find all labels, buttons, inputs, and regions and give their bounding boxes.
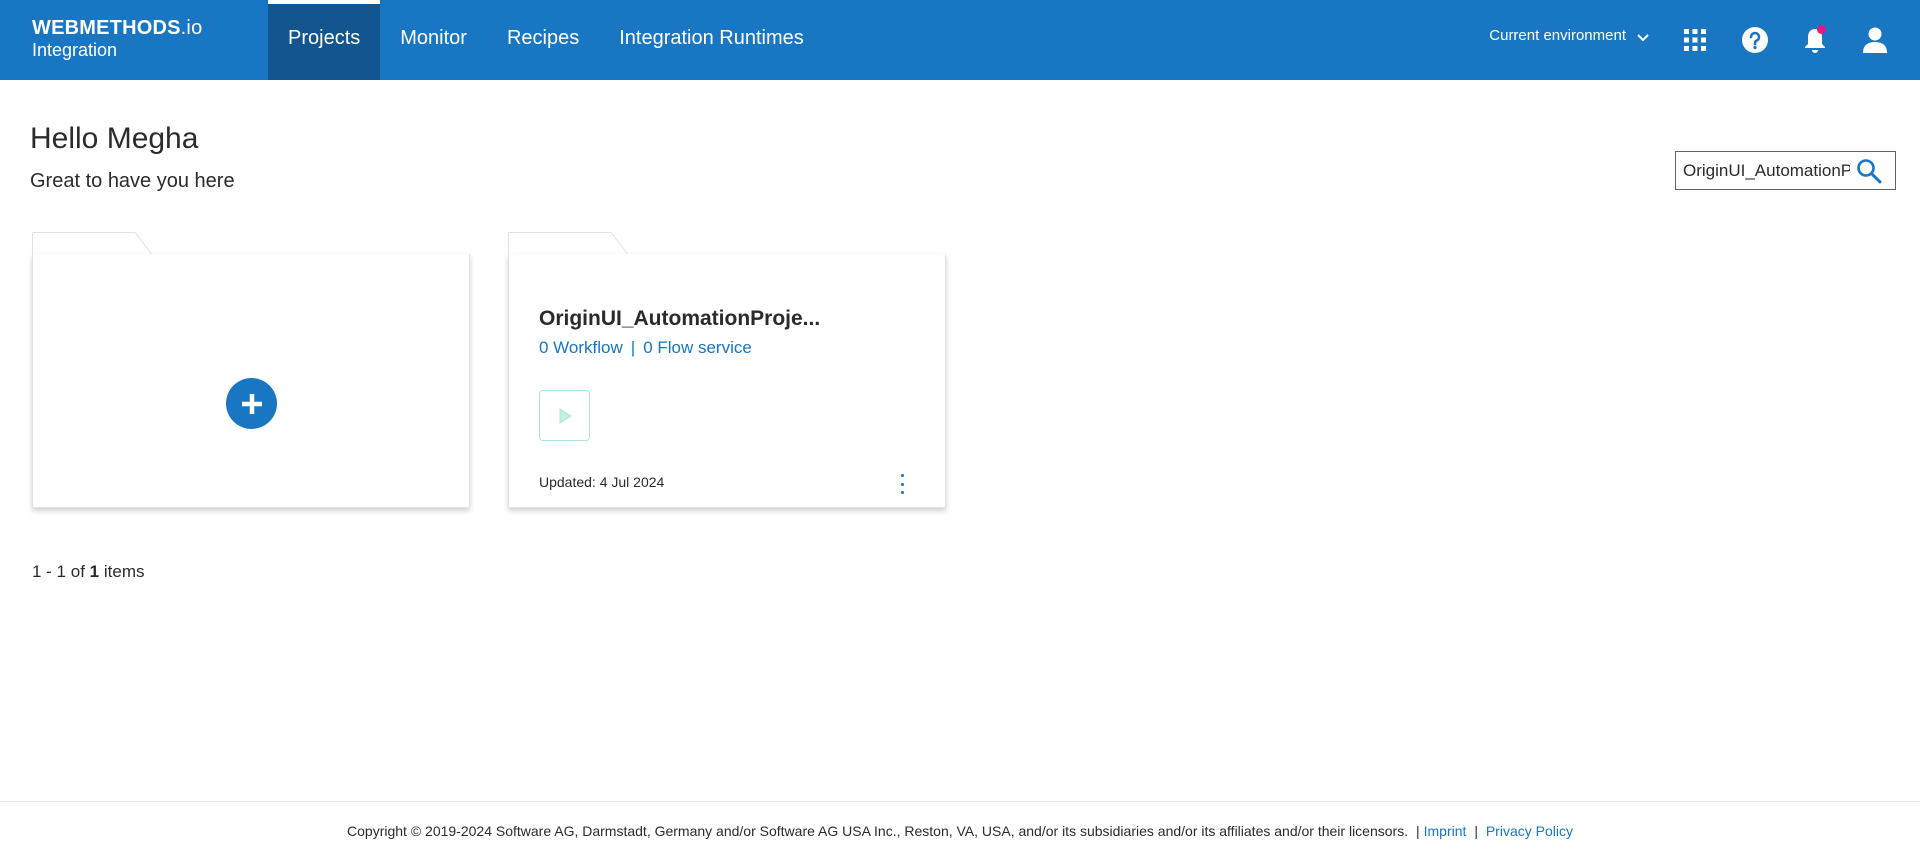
project-updated-date: Updated: 4 Jul 2024 xyxy=(539,474,665,490)
tab-monitor[interactable]: Monitor xyxy=(380,0,487,80)
project-search xyxy=(1675,151,1896,190)
footer-separator: | xyxy=(1474,823,1478,839)
header-actions: Current environment xyxy=(1489,0,1920,80)
pagination-suffix: items xyxy=(103,562,145,581)
tab-integration-runtimes[interactable]: Integration Runtimes xyxy=(599,0,824,80)
play-icon[interactable] xyxy=(539,390,590,441)
brand-title: WEBMETHODS.io xyxy=(32,18,268,38)
flow-service-count-link[interactable]: 0 Flow service xyxy=(643,338,752,358)
kebab-menu-icon[interactable] xyxy=(895,472,909,496)
add-project-card-body xyxy=(32,254,470,508)
privacy-policy-link[interactable]: Privacy Policy xyxy=(1486,823,1573,839)
search-input[interactable] xyxy=(1676,152,1850,189)
footer-separator: | xyxy=(1415,823,1420,839)
copyright-text: Copyright © 2019-2024 Software AG, Darms… xyxy=(347,823,1409,839)
plus-icon[interactable] xyxy=(226,378,277,429)
search-icon[interactable] xyxy=(1850,152,1888,189)
environment-label: Current environment xyxy=(1489,26,1626,44)
pagination-summary: 1 - 1 of 1 items xyxy=(32,562,144,582)
project-assets: 0 Workflow | 0 Flow service xyxy=(539,338,752,358)
help-icon[interactable] xyxy=(1740,25,1770,55)
brand-main: WEBMETHODS xyxy=(32,17,181,39)
tab-recipes[interactable]: Recipes xyxy=(487,0,599,80)
chevron-down-icon xyxy=(1637,34,1649,42)
top-navigation-bar: WEBMETHODS.io Integration Projects Monit… xyxy=(0,0,1920,80)
imprint-link[interactable]: Imprint xyxy=(1424,823,1467,839)
folder-tab xyxy=(32,232,470,256)
brand-subtitle: Integration xyxy=(32,40,118,60)
greeting-title: Hello Megha xyxy=(30,122,199,155)
project-card[interactable]: OriginUI_AutomationProje... 0 Workflow |… xyxy=(508,232,946,508)
workflow-count-link[interactable]: 0 Workflow xyxy=(539,338,623,358)
folder-tab xyxy=(508,232,946,256)
greeting-subtitle: Great to have you here xyxy=(30,170,235,192)
notification-dot xyxy=(1817,25,1826,34)
environment-selector[interactable]: Current environment xyxy=(1489,27,1650,44)
project-card-body: OriginUI_AutomationProje... 0 Workflow |… xyxy=(508,254,946,508)
apps-grid-icon[interactable] xyxy=(1680,25,1710,55)
pagination-range: 1 - 1 of xyxy=(32,562,85,581)
main-nav: Projects Monitor Recipes Integration Run… xyxy=(268,0,824,80)
add-project-card[interactable] xyxy=(32,232,470,508)
project-title[interactable]: OriginUI_AutomationProje... xyxy=(539,307,820,331)
brand-logo[interactable]: WEBMETHODS.io Integration xyxy=(0,0,268,80)
tab-projects[interactable]: Projects xyxy=(268,0,381,80)
user-icon[interactable] xyxy=(1860,25,1890,55)
assets-separator: | xyxy=(630,338,636,357)
brand-io: .io xyxy=(180,17,203,39)
pagination-total: 1 xyxy=(89,562,100,581)
bell-icon[interactable] xyxy=(1800,25,1830,55)
page-footer: Copyright © 2019-2024 Software AG, Darms… xyxy=(0,801,1920,857)
